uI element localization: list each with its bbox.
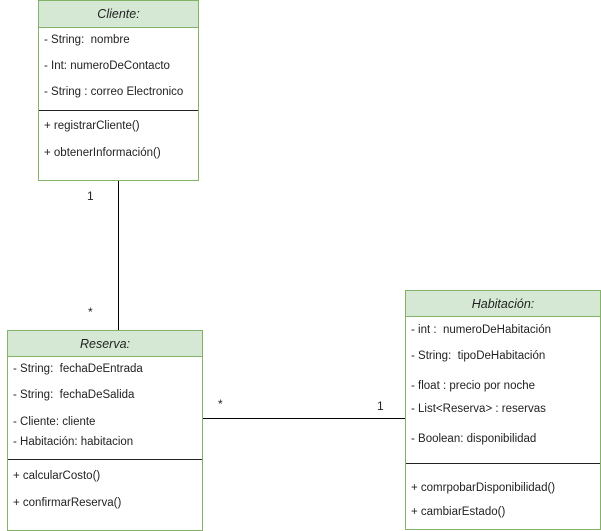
class-cliente-name: Cliente: [39, 1, 198, 28]
attribute: - String : correo Electronico [44, 86, 184, 98]
class-reserva[interactable]: Reserva: - String: fechaDeEntrada - Stri… [7, 330, 203, 531]
class-divider [8, 459, 202, 460]
association-cliente-reserva-line [118, 180, 119, 332]
operation: + obtenerInformación() [44, 147, 161, 159]
operation: + calcularCosto() [13, 470, 101, 482]
class-habitacion-name: Habitación: [406, 291, 600, 317]
multiplicity-reserva-end-right: * [218, 397, 223, 411]
multiplicity-cliente-end: 1 [87, 189, 94, 203]
attribute: - List<Reserva> : reservas [411, 403, 546, 415]
class-reserva-name: Reserva: [8, 331, 202, 357]
class-habitacion[interactable]: Habitación: - int : numeroDeHabitación -… [405, 290, 601, 530]
multiplicity-reserva-end-top: * [88, 305, 93, 319]
operation: + registrarCliente() [44, 120, 140, 132]
attribute: - String: tipoDeHabitación [411, 350, 546, 362]
attribute: - String: nombre [44, 34, 130, 46]
attribute: - String: fechaDeEntrada [13, 363, 143, 375]
operation: + comrpobarDisponibilidad() [411, 482, 556, 494]
attribute: - float : precio por noche [411, 380, 536, 392]
association-reserva-habitacion-line [202, 418, 406, 419]
attribute: - String: fechaDeSalida [13, 389, 135, 401]
attribute: - Boolean: disponibilidad [411, 433, 537, 445]
class-divider [406, 463, 600, 464]
attribute: - Cliente: cliente [13, 416, 96, 428]
attribute: - Habitación: habitacion [13, 436, 134, 448]
operation: + confirmarReserva() [13, 497, 122, 509]
operation: + cambiarEstado() [411, 506, 506, 518]
multiplicity-habitacion-end: 1 [377, 399, 384, 413]
class-divider [39, 110, 198, 111]
class-cliente[interactable]: Cliente: - String: nombre - Int: numeroD… [38, 0, 199, 181]
attribute: - int : numeroDeHabitación [411, 324, 551, 336]
attribute: - Int: numeroDeContacto [44, 60, 170, 72]
